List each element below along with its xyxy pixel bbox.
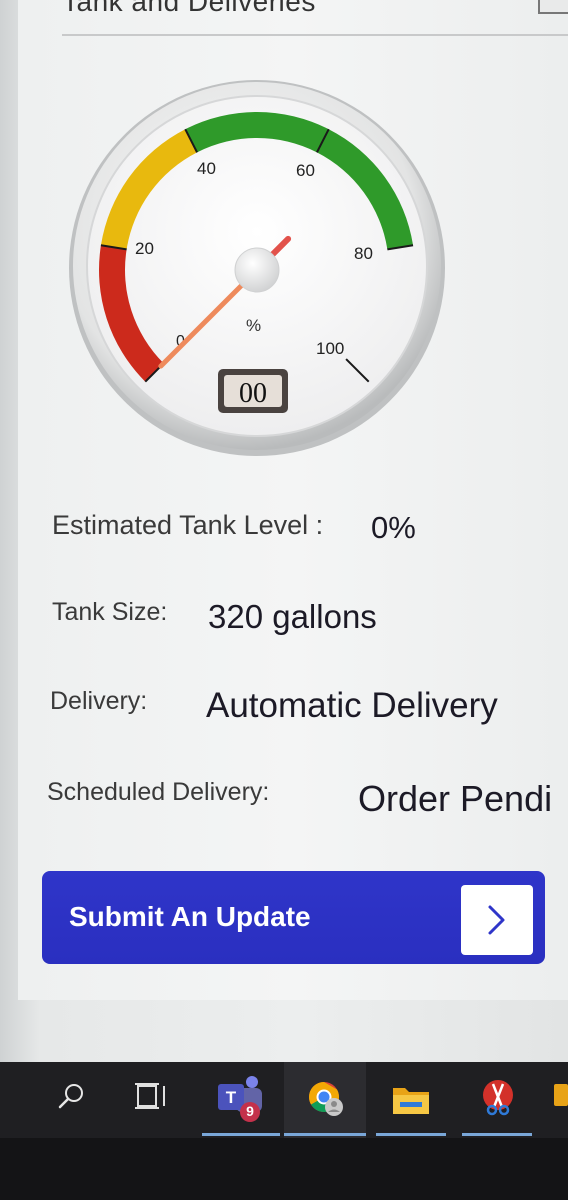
gauge-tick-label-100: 100	[316, 339, 344, 358]
corner-control	[538, 0, 568, 14]
teams-notification-badge: 9	[246, 1103, 254, 1119]
tank-size-label: Tank Size:	[52, 598, 168, 626]
section-divider	[62, 34, 568, 36]
taskbar-teams[interactable]: T 9	[202, 1062, 280, 1138]
submit-update-label: Submit An Update	[69, 901, 311, 932]
file-explorer-active-indicator	[376, 1133, 446, 1136]
tank-level-gauge: 0 20 40 60 80 100 % 00	[69, 80, 445, 456]
gauge-tick-label-60: 60	[296, 161, 315, 180]
chrome-active-indicator	[284, 1133, 366, 1136]
gauge-readout-value: 00	[239, 378, 267, 409]
snipping-tool-active-indicator	[462, 1133, 532, 1136]
monitor-bezel	[0, 1138, 568, 1200]
snipping-tool-icon	[483, 1080, 513, 1116]
gauge-tick-label-20: 20	[135, 239, 154, 258]
taskbar-search[interactable]	[48, 1062, 94, 1138]
search-icon	[58, 1084, 83, 1109]
teams-active-indicator	[202, 1133, 280, 1136]
estimated-level-value: 0%	[371, 510, 416, 545]
gauge-tick-label-40: 40	[197, 159, 216, 178]
section-title: Tank and Deliveries	[62, 0, 316, 17]
scheduled-delivery-value: Order Pendi	[358, 778, 553, 819]
gauge-readout: 00	[218, 369, 288, 413]
submit-update-button[interactable]: Submit An Update	[42, 871, 545, 964]
delivery-value: Automatic Delivery	[206, 686, 498, 725]
delivery-label: Delivery:	[50, 687, 148, 715]
taskbar-snipping-tool[interactable]	[462, 1062, 532, 1138]
file-explorer-icon	[393, 1088, 429, 1114]
teams-icon: T	[218, 1076, 262, 1122]
task-view-icon	[135, 1083, 165, 1109]
tank-size-value: 320 gallons	[208, 598, 377, 635]
svg-text:T: T	[226, 1088, 237, 1107]
taskbar-file-explorer[interactable]	[376, 1062, 446, 1138]
app-icon-partial	[554, 1084, 568, 1106]
browser-page: Tank and Deliveries 0 20 40 60 80 100 % …	[0, 0, 568, 1062]
scheduled-delivery-label: Scheduled Delivery:	[47, 778, 270, 806]
submit-arrow-box[interactable]	[461, 885, 533, 955]
taskbar-overflow-item[interactable]	[550, 1062, 568, 1138]
estimated-level-label: Estimated Tank Level :	[52, 510, 324, 540]
taskbar: T 9	[0, 1062, 568, 1138]
gauge-hub	[234, 247, 280, 293]
chevron-right-icon	[488, 905, 505, 935]
taskbar-chrome[interactable]	[284, 1062, 366, 1138]
gauge-unit-label: %	[246, 316, 261, 335]
chrome-icon	[308, 1082, 343, 1116]
gauge-tick-label-80: 80	[354, 244, 373, 263]
taskbar-task-view[interactable]	[128, 1062, 174, 1138]
